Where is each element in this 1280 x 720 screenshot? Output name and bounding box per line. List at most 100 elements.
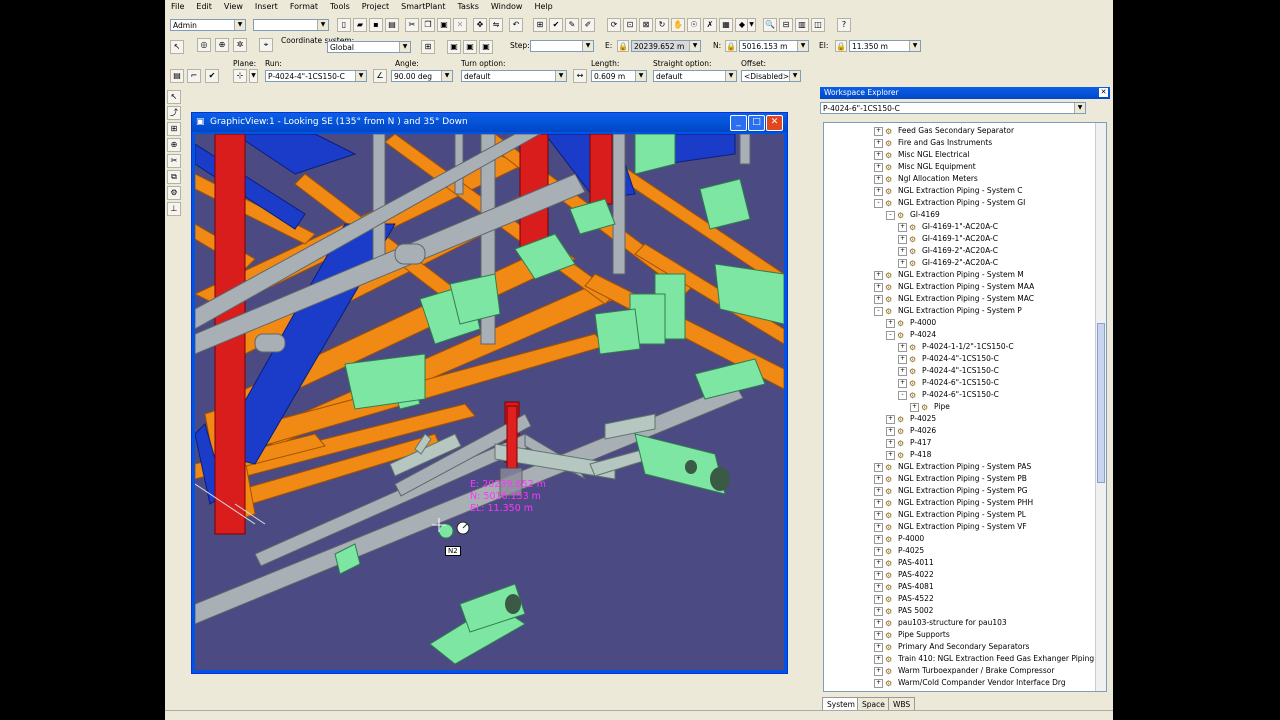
menu-insert[interactable]: Insert bbox=[249, 0, 284, 11]
tree-node[interactable]: + ⚙ NGL Extraction Piping - System PL bbox=[874, 509, 1026, 521]
chevron-down-icon[interactable]: ▼ bbox=[747, 18, 756, 32]
insert-support-icon[interactable]: ⊥ bbox=[167, 202, 181, 216]
tree-node[interactable]: + ⚙ PAS-4522 bbox=[874, 593, 934, 605]
expand-icon[interactable]: + bbox=[886, 414, 895, 424]
expand-icon[interactable]: + bbox=[874, 534, 883, 544]
lock-n-icon[interactable]: 🔒 bbox=[725, 40, 737, 52]
e-coordinate-field[interactable]: 20239.652 m ▼ bbox=[631, 40, 701, 52]
menu-tools[interactable]: Tools bbox=[324, 0, 356, 11]
straight-option-select[interactable]: default ▼ bbox=[653, 70, 737, 82]
zoom-icon[interactable]: 🔍 bbox=[763, 18, 777, 32]
close-icon[interactable]: ✕ bbox=[1099, 88, 1108, 97]
tree-node[interactable]: + ⚙ NGL Extraction Piping - System PAS bbox=[874, 461, 1031, 473]
menu-project[interactable]: Project bbox=[356, 0, 395, 11]
collapse-icon[interactable]: - bbox=[886, 210, 895, 220]
expand-icon[interactable]: + bbox=[874, 474, 883, 484]
tree-node[interactable]: - ⚙ NGL Extraction Piping - System GI bbox=[874, 197, 1025, 209]
view-refresh-icon[interactable]: ⟳ bbox=[607, 18, 621, 32]
permission-group-select[interactable]: Admin ▼ bbox=[170, 19, 246, 31]
expand-icon[interactable]: + bbox=[874, 462, 883, 472]
zoom-area-icon[interactable]: ⊡ bbox=[623, 18, 637, 32]
expand-icon[interactable]: + bbox=[874, 546, 883, 556]
tree-node[interactable]: + ⚙ P-4024-4"-1CS150-C bbox=[898, 353, 999, 365]
expand-icon[interactable]: + bbox=[898, 222, 907, 232]
insert-component-icon[interactable]: ⊞ bbox=[167, 122, 181, 136]
help-bulb-icon[interactable]: ? bbox=[837, 18, 851, 32]
select-tool-icon[interactable]: ↖ bbox=[167, 90, 181, 104]
tree-node[interactable]: + ⚙ Primary And Secondary Separators bbox=[874, 641, 1029, 653]
walk-icon[interactable]: ☉ bbox=[687, 18, 701, 32]
tree-node[interactable]: + ⚙ GI-4169-2"-AC20A-C bbox=[898, 245, 998, 257]
tree-node[interactable]: + ⚙ PAS-4081 bbox=[874, 581, 934, 593]
tree-node[interactable]: + ⚙ PAS-4022 bbox=[874, 569, 934, 581]
workspace-filter-select[interactable]: P-4024-6"-1CS150-C ▼ bbox=[820, 102, 1086, 114]
tree-node[interactable]: + ⚙ Feed Gas Secondary Separator bbox=[874, 125, 1014, 137]
expand-icon[interactable]: + bbox=[874, 150, 883, 160]
locate-icon[interactable]: ⊕ bbox=[215, 38, 229, 52]
select-icon[interactable]: ↖ bbox=[170, 40, 184, 54]
expand-icon[interactable]: + bbox=[874, 618, 883, 628]
expand-icon[interactable]: + bbox=[874, 582, 883, 592]
tree-node[interactable]: + ⚙ NGL Extraction Piping - System PG bbox=[874, 485, 1028, 497]
pin-icon[interactable]: ✎ bbox=[565, 18, 579, 32]
filter-select[interactable]: ▼ bbox=[253, 19, 329, 31]
target-icon[interactable]: ◎ bbox=[197, 38, 211, 52]
length-field[interactable]: 0.609 m ▼ bbox=[591, 70, 647, 82]
end-icon[interactable]: ✔ bbox=[205, 69, 219, 83]
tree-node[interactable]: + ⚙ P-4025 bbox=[886, 413, 936, 425]
expand-icon[interactable]: + bbox=[874, 654, 883, 664]
expand-icon[interactable]: + bbox=[886, 426, 895, 436]
tree-node[interactable]: + ⚙ GI-4169-1"-AC20A-C bbox=[898, 233, 998, 245]
undo-icon[interactable]: ↶ bbox=[509, 18, 523, 32]
expand-icon[interactable]: + bbox=[874, 138, 883, 148]
mirror-icon[interactable]: ⇋ bbox=[489, 18, 503, 32]
rotate-view-icon[interactable]: ↻ bbox=[655, 18, 669, 32]
tree-node[interactable]: + ⚙ P-4024-6"-1CS150-C bbox=[898, 377, 999, 389]
expand-icon[interactable]: + bbox=[898, 258, 907, 268]
filter-icon[interactable]: ⊟ bbox=[779, 18, 793, 32]
tree-node[interactable]: + ⚙ Ngl Allocation Meters bbox=[874, 173, 978, 185]
tree-node[interactable]: + ⚙ pau103-structure for pau103 bbox=[874, 617, 1007, 629]
tree-node[interactable]: + ⚙ PAS-4011 bbox=[874, 557, 934, 569]
tree-node[interactable]: + ⚙ NGL Extraction Piping - System PB bbox=[874, 473, 1027, 485]
expand-icon[interactable]: + bbox=[874, 294, 883, 304]
tree-node[interactable]: - ⚙ P-4024 bbox=[886, 329, 936, 341]
pin-a-icon[interactable]: ▣ bbox=[447, 40, 461, 54]
expand-icon[interactable]: + bbox=[874, 558, 883, 568]
insert-spec-break-icon[interactable]: ⧉ bbox=[167, 170, 181, 184]
menu-file[interactable]: File bbox=[165, 0, 190, 11]
angle-icon[interactable]: ∠ bbox=[373, 69, 387, 83]
expand-icon[interactable]: + bbox=[874, 642, 883, 652]
expand-icon[interactable]: + bbox=[874, 282, 883, 292]
expand-icon[interactable]: + bbox=[874, 570, 883, 580]
menu-view[interactable]: View bbox=[218, 0, 249, 11]
wireframe-icon[interactable]: ◫ bbox=[811, 18, 825, 32]
tree-node[interactable]: + ⚙ GI-4169-1"-AC20A-C bbox=[898, 221, 998, 233]
expand-icon[interactable]: + bbox=[874, 606, 883, 616]
route-icon[interactable]: ⌐ bbox=[187, 69, 201, 83]
menu-edit[interactable]: Edit bbox=[190, 0, 218, 11]
expand-icon[interactable]: + bbox=[874, 522, 883, 532]
expand-icon[interactable]: + bbox=[886, 438, 895, 448]
expand-icon[interactable]: + bbox=[898, 246, 907, 256]
pin-c-icon[interactable]: ▣ bbox=[479, 40, 493, 54]
collapse-icon[interactable]: - bbox=[874, 198, 883, 208]
tree-scrollbar[interactable] bbox=[1095, 123, 1106, 691]
expand-icon[interactable]: + bbox=[886, 450, 895, 460]
menu-format[interactable]: Format bbox=[284, 0, 324, 11]
pinpoint-icon[interactable]: ⌖ bbox=[259, 38, 273, 52]
tree-node[interactable]: + ⚙ NGL Extraction Piping - System VF bbox=[874, 521, 1027, 533]
expand-icon[interactable]: + bbox=[886, 318, 895, 328]
grid-icon[interactable]: ▦ bbox=[719, 18, 733, 32]
new-icon[interactable]: ▯ bbox=[337, 18, 351, 32]
check-icon[interactable]: ✔ bbox=[549, 18, 563, 32]
plane-dropdown-icon[interactable]: ▼ bbox=[249, 69, 258, 83]
el-coordinate-field[interactable]: 11.350 m ▼ bbox=[849, 40, 921, 52]
expand-icon[interactable]: + bbox=[874, 594, 883, 604]
step-select[interactable]: ▼ bbox=[530, 40, 594, 52]
expand-icon[interactable]: + bbox=[874, 486, 883, 496]
expand-icon[interactable]: + bbox=[874, 666, 883, 676]
tree-node[interactable]: + ⚙ P-417 bbox=[886, 437, 931, 449]
insert-split-icon[interactable]: ✂ bbox=[167, 154, 181, 168]
tree-node[interactable]: + ⚙ P-418 bbox=[886, 449, 931, 461]
